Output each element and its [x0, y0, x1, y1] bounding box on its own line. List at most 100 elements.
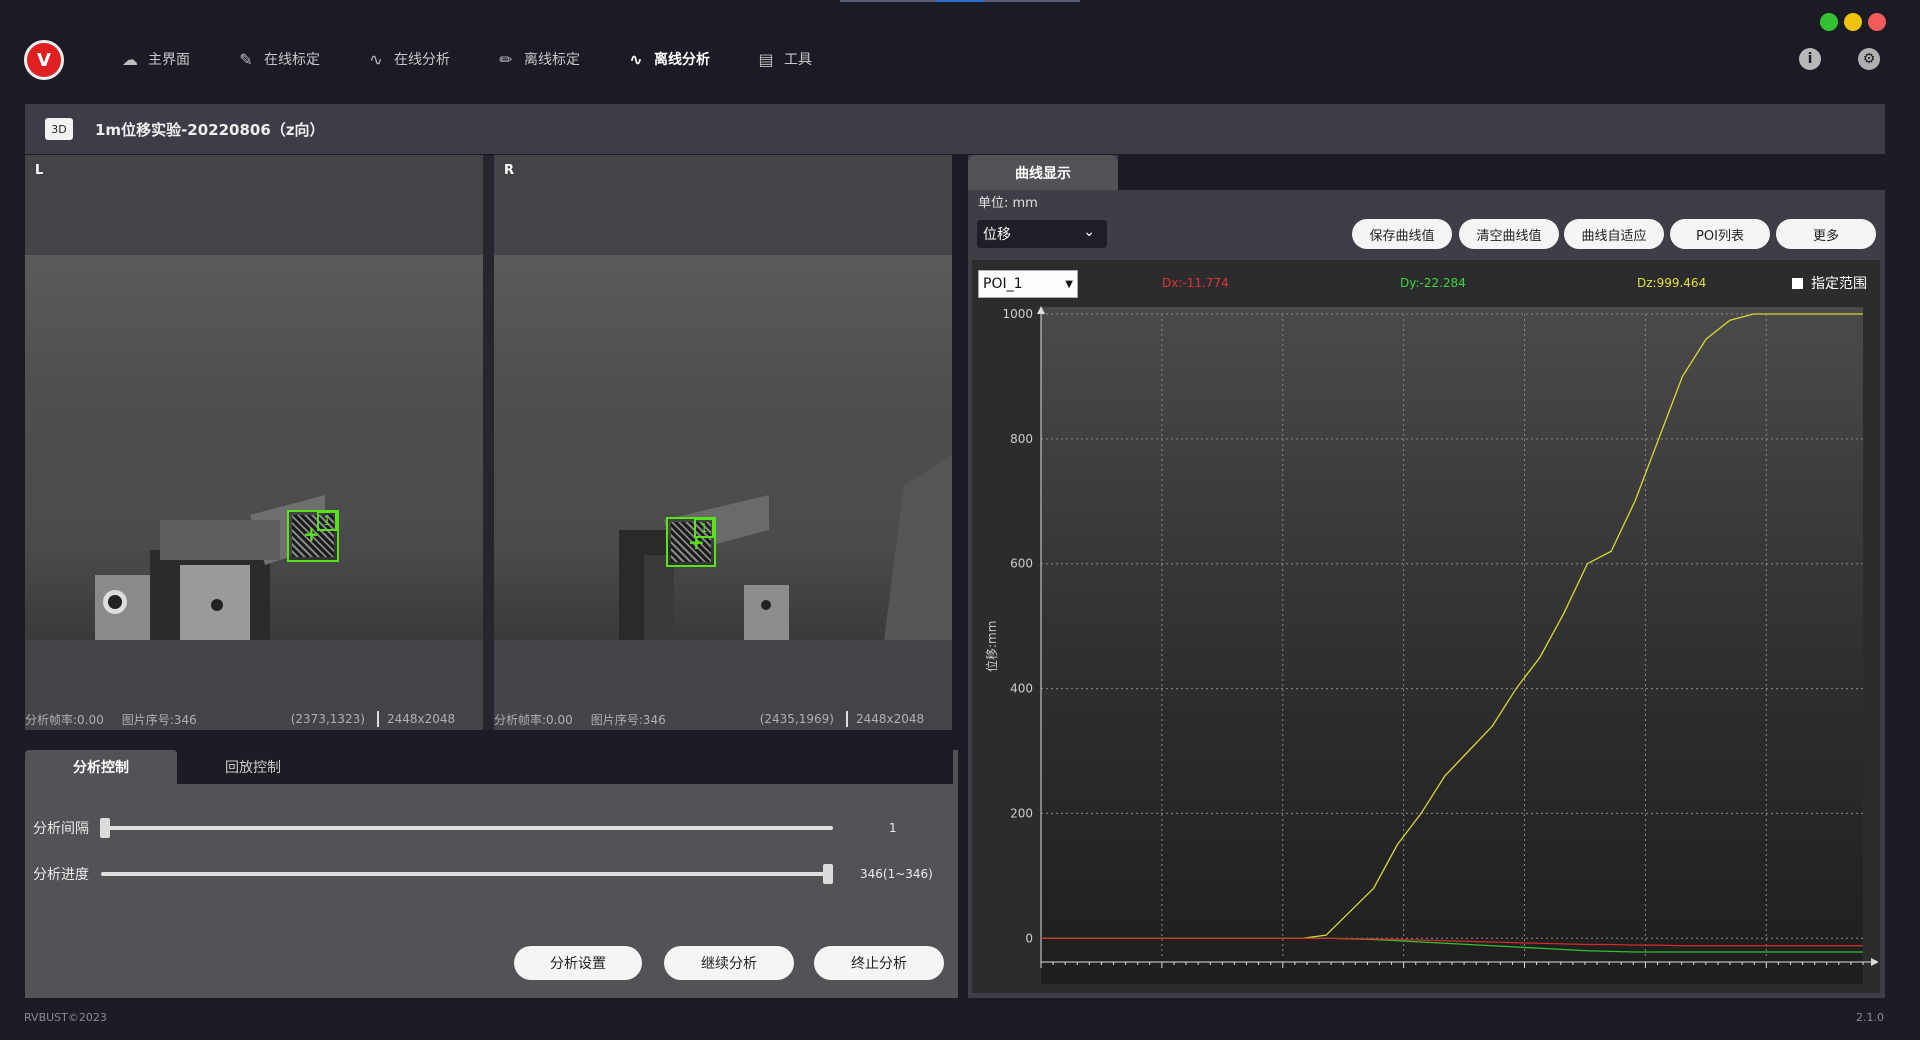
divider: [376, 711, 379, 727]
version-text: 2.1.0: [1856, 1011, 1884, 1024]
checkbox-box: [1792, 277, 1803, 289]
image-size-text: 2448x2048: [855, 712, 925, 726]
chart-background: [1041, 307, 1863, 984]
nav-item-label: 离线分析: [654, 52, 710, 68]
image-number-text: 图片序号:346: [121, 712, 197, 727]
poi-select-value: POI_1: [983, 276, 1023, 292]
save-curve-button[interactable]: 保存曲线值: [1352, 219, 1452, 249]
fps-text: 分析帧率:0.00: [494, 712, 573, 727]
top-bar: V ☁ 主界面 ✎ 在线标定 ∿ 在线分析 ✏ 离线标定 ∿ 离线分析 ▤ 工具: [0, 0, 1920, 104]
camera-image: [25, 255, 483, 640]
nav-item-online-calibration[interactable]: ✎ 在线标定: [234, 44, 320, 74]
divider: [845, 711, 848, 727]
continue-analysis-button[interactable]: 继续分析: [664, 946, 794, 980]
y-tick-label: 400: [1010, 682, 1033, 696]
curve-type-select[interactable]: 位移 ⌄: [977, 220, 1107, 248]
nav-item-label: 离线标定: [524, 52, 580, 68]
poi-select[interactable]: POI_1 ▼: [978, 270, 1078, 298]
interval-value: 1: [889, 821, 897, 835]
nav-item-online-analysis[interactable]: ∿ 在线分析: [364, 44, 450, 74]
tab-curve-display[interactable]: 曲线显示: [968, 155, 1118, 190]
camera-image: [494, 255, 952, 640]
camera-label: L: [35, 163, 44, 178]
close-button[interactable]: [1868, 13, 1886, 31]
specify-range-checkbox[interactable]: 指定范围: [1792, 273, 1867, 293]
camera-view-left[interactable]: L 1 + 分析帧率:0.00 图片序号:346 (2373,1323) 244…: [25, 155, 483, 730]
y-tick-label: 1000: [1002, 307, 1033, 321]
displacement-chart[interactable]: 0 200 400 600 800 1000 位移:mm: [978, 302, 1878, 984]
minimize-button[interactable]: [1844, 13, 1862, 31]
interval-slider-thumb[interactable]: [100, 818, 110, 838]
nav-item-offline-calibration[interactable]: ✏ 离线标定: [494, 44, 580, 74]
progress-value: 346(1~346): [860, 867, 933, 881]
nav-item-label: 在线标定: [264, 52, 320, 68]
fit-curve-button[interactable]: 曲线自适应: [1564, 219, 1664, 249]
analysis-settings-button[interactable]: 分析设置: [514, 946, 642, 980]
camera-splitter[interactable]: [483, 155, 494, 730]
y-tick-label: 800: [1010, 432, 1033, 446]
gear-icon[interactable]: ⚙: [1858, 48, 1880, 70]
dy-readout: Dy:-22.284: [1400, 276, 1466, 290]
chevron-down-icon: ⌄: [1083, 224, 1095, 240]
maximize-button[interactable]: [1820, 13, 1838, 31]
progress-slider-label: 分析进度: [33, 867, 89, 883]
window-controls: [1814, 13, 1886, 31]
chart-y-ticks: 0 200 400 600 800 1000: [1002, 307, 1033, 945]
scene-shapes: [95, 495, 325, 640]
stop-analysis-button[interactable]: 终止分析: [814, 946, 944, 980]
x-axis-arrow-icon: [1871, 958, 1878, 966]
control-tabs: 分析控制 回放控制: [25, 750, 953, 784]
interval-slider-track[interactable]: [103, 826, 833, 830]
poi-crosshair-icon: +: [303, 522, 320, 546]
nav-item-label: 工具: [784, 52, 812, 68]
more-button[interactable]: 更多: [1776, 219, 1876, 249]
project-title-bar: 3D 1m位移实验-20220806（z向）: [25, 104, 1885, 154]
toolbox-icon: ▤: [758, 49, 774, 69]
3d-badge: 3D: [45, 118, 73, 140]
interval-slider-label: 分析间隔: [33, 821, 89, 837]
main-nav: ☁ 主界面 ✎ 在线标定 ∿ 在线分析 ✏ 离线标定 ∿ 离线分析 ▤ 工具: [118, 44, 856, 74]
clear-curve-button[interactable]: 清空曲线值: [1459, 219, 1559, 249]
pencil-icon: ✏: [499, 49, 513, 69]
cursor-coord-text: (2435,1969): [759, 712, 834, 726]
poi-list-button[interactable]: POI列表: [1670, 219, 1770, 249]
poi-crosshair-icon: +: [688, 530, 705, 554]
calibrate-online-icon: ✎: [239, 49, 253, 69]
nav-item-tools[interactable]: ▤ 工具: [754, 44, 812, 74]
home-icon: ☁: [122, 49, 138, 69]
dz-readout: Dz:999.464: [1637, 276, 1707, 290]
scene-shapes: [619, 455, 952, 640]
top-tab-indicator: [936, 0, 984, 2]
info-icon[interactable]: i: [1799, 48, 1821, 70]
pulse-icon: ∿: [629, 49, 643, 69]
image-size-text: 2448x2048: [386, 712, 456, 726]
dx-readout: Dx:-11.774: [1162, 276, 1229, 290]
tab-playback-control[interactable]: 回放控制: [177, 750, 329, 784]
nav-item-label: 在线分析: [394, 52, 450, 68]
y-tick-label: 600: [1010, 557, 1033, 571]
progress-slider-track[interactable]: [101, 872, 833, 876]
camera-label: R: [504, 163, 515, 178]
y-tick-label: 200: [1010, 806, 1033, 820]
curve-tab-bar: [1118, 155, 1885, 190]
curve-type-value: 位移: [983, 227, 1011, 243]
image-number-text: 图片序号:346: [590, 712, 666, 727]
page-title: 1m位移实验-20220806（z向）: [95, 120, 325, 139]
camera-status-bar: 分析帧率:0.00 图片序号:346 (2373,1323) 2448x2048: [25, 708, 483, 730]
nav-item-home[interactable]: ☁ 主界面: [118, 44, 190, 74]
app-logo: V: [24, 40, 64, 80]
unit-label: 单位: mm: [978, 196, 1038, 211]
camera-status-bar: 分析帧率:0.00 图片序号:346 (2435,1969) 2448x2048: [494, 708, 952, 730]
cursor-coord-text: (2373,1323): [290, 712, 365, 726]
specify-range-label: 指定范围: [1811, 276, 1867, 292]
online-analysis-icon: ∿: [369, 49, 383, 69]
tab-analysis-control[interactable]: 分析控制: [25, 750, 177, 784]
poi-id-label: 1: [317, 511, 337, 531]
nav-item-label: 主界面: [148, 52, 190, 68]
camera-view-right[interactable]: R 1 + 分析帧率:0.00 图片序号:346 (2435,1969) 244…: [494, 155, 952, 730]
y-tick-label: 0: [1025, 931, 1033, 945]
y-axis-label: 位移:mm: [984, 621, 999, 672]
progress-slider-thumb[interactable]: [823, 864, 833, 884]
fps-text: 分析帧率:0.00: [25, 712, 104, 727]
nav-item-offline-analysis[interactable]: ∿ 离线分析: [624, 44, 710, 74]
